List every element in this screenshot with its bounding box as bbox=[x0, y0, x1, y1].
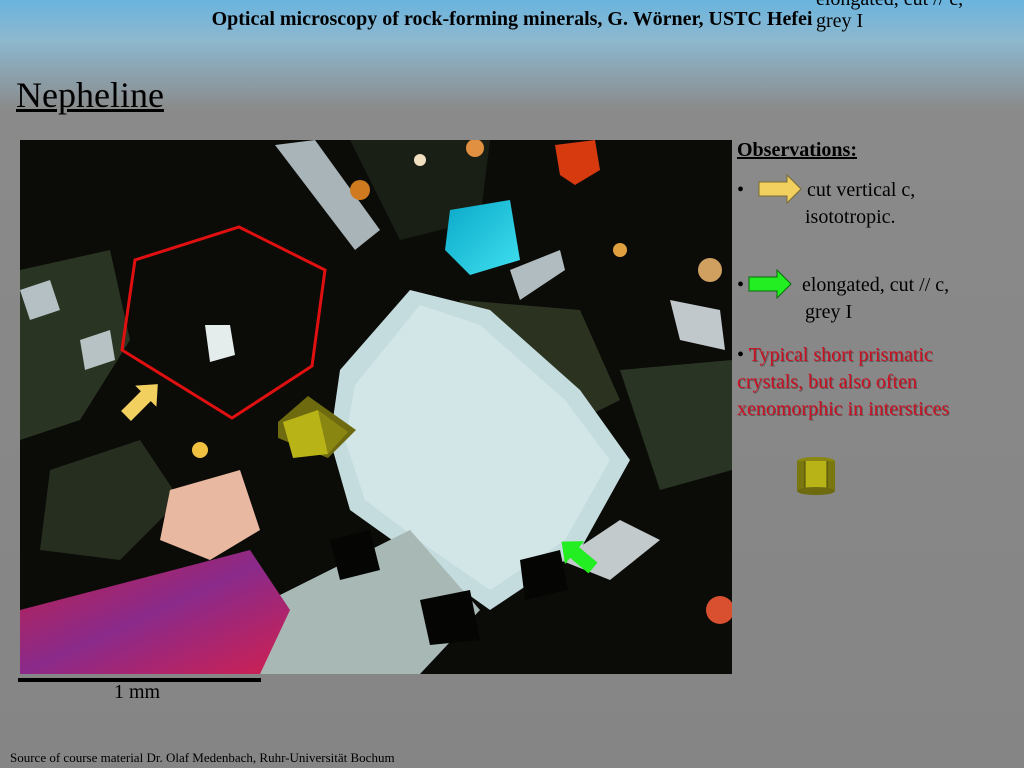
item1-line1: cut vertical c, bbox=[807, 179, 916, 201]
bullet: • bbox=[737, 344, 745, 366]
item3-line3: xenomorphic in interstices bbox=[737, 398, 950, 420]
overlapping-text: elongated, cut // c, grey I bbox=[816, 0, 963, 32]
item2-line2: grey I bbox=[805, 301, 853, 323]
observations-heading: Observations: bbox=[737, 139, 857, 161]
micrograph-image bbox=[20, 140, 732, 674]
item2-line1: elongated, cut // c, bbox=[802, 274, 950, 296]
overlap-line-1: elongated, cut // c, bbox=[816, 0, 963, 10]
item3-line2: crystals, but also often bbox=[737, 371, 917, 393]
source-footer: Source of course material Dr. Olaf Meden… bbox=[10, 750, 395, 765]
observation-item-3: • Typical short prismatic crystals, but … bbox=[737, 342, 1017, 426]
observation-item-2: • elongated, cut // c, grey I bbox=[737, 269, 1017, 328]
green-arrow-icon bbox=[748, 269, 792, 299]
item3-line1-row: • Typical short prismatic bbox=[737, 342, 1017, 369]
bullet: • bbox=[737, 179, 745, 201]
item1-line2: isototropic. bbox=[805, 206, 896, 228]
bullet: • bbox=[737, 274, 745, 296]
slide-title: Nepheline bbox=[16, 75, 164, 115]
observation-item-1: • cut vertical c, isototropic. bbox=[737, 173, 1017, 233]
scale-label: 1 mm bbox=[114, 681, 161, 703]
yellow-arrow-icon bbox=[758, 173, 802, 205]
item3-line1: Typical short prismatic bbox=[748, 344, 933, 366]
overlap-line-2: grey I bbox=[816, 10, 864, 32]
observations-panel: Observations: • cut vertical c, isototro… bbox=[737, 137, 1017, 420]
hexagonal-prism-icon bbox=[797, 457, 835, 495]
